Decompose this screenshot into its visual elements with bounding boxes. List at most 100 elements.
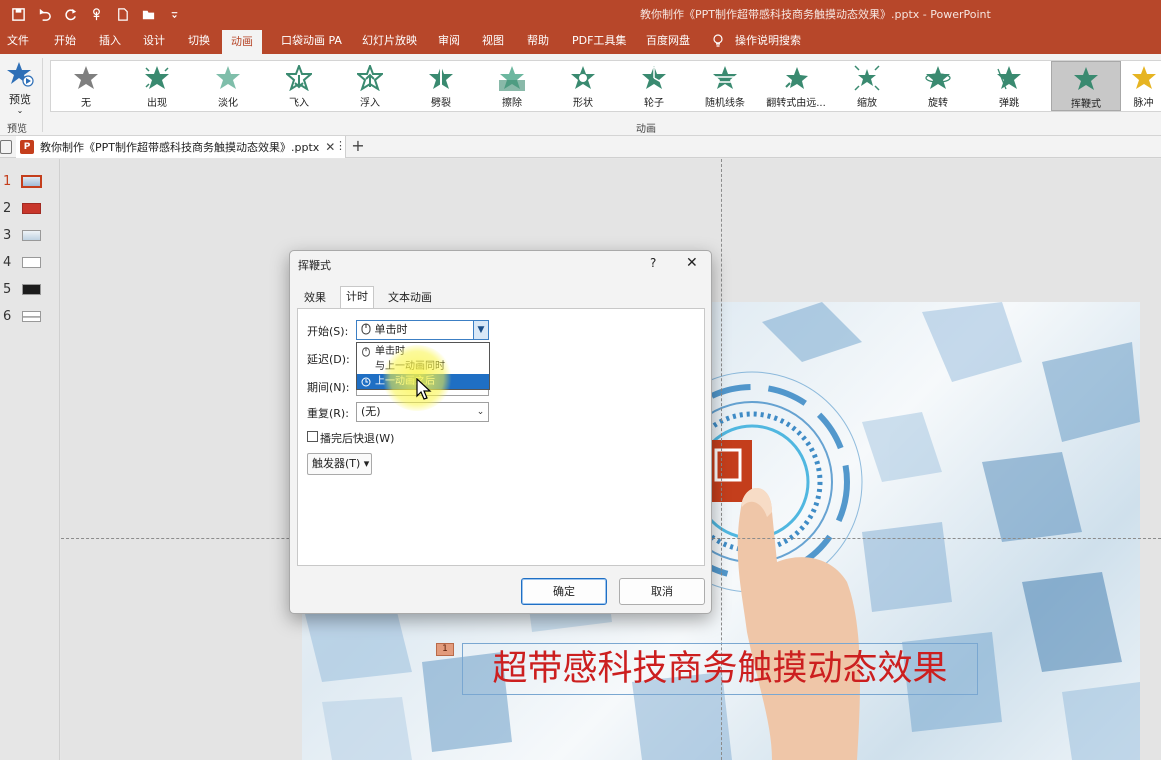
animation-shape[interactable]: 形状: [548, 61, 618, 111]
star-swivel-icon: [925, 66, 951, 89]
tab-file[interactable]: 文件: [7, 28, 29, 54]
cancel-button[interactable]: 取消: [619, 578, 705, 605]
slide-preview: [21, 175, 42, 188]
animation-label: 脉冲: [1133, 98, 1154, 109]
animation-appear[interactable]: 出现: [122, 61, 192, 111]
rewind-checkbox[interactable]: [307, 431, 318, 442]
star-fade-icon: [216, 66, 240, 89]
powerpoint-icon: P: [20, 140, 34, 154]
tab-menu-button[interactable]: ⋮: [335, 139, 346, 152]
mouse-click-icon: [362, 347, 370, 357]
undo-button[interactable]: [32, 4, 56, 24]
star-bounce-icon: [997, 66, 1021, 90]
start-select[interactable]: 单击时 ▼: [356, 320, 489, 340]
animation-bounce[interactable]: 弹跳: [974, 61, 1044, 111]
tab-insert[interactable]: 插入: [99, 28, 121, 54]
tab-effect[interactable]: 效果: [299, 288, 331, 308]
animation-none[interactable]: 无: [51, 61, 121, 111]
tab-view[interactable]: 视图: [482, 28, 504, 54]
touch-mode-button[interactable]: [84, 4, 108, 24]
slide-thumbnail[interactable]: 6: [0, 306, 58, 328]
slide-preview: [22, 257, 41, 268]
chevron-down-icon: ⌄: [16, 106, 24, 115]
animation-pulse[interactable]: 脉冲: [1125, 61, 1161, 111]
star-whip-icon: [1074, 67, 1098, 90]
animation-grow-turn[interactable]: 翻转式由远...: [761, 61, 831, 111]
new-tab-button[interactable]: +: [348, 136, 368, 158]
chevron-down-icon[interactable]: ▼: [473, 321, 488, 339]
new-file-icon: [117, 7, 128, 21]
animation-label: 缩放: [857, 98, 877, 109]
new-file-button[interactable]: [110, 4, 134, 24]
rewind-label[interactable]: 播完后快退(W): [320, 430, 394, 446]
duration-label: 期间(N):: [307, 381, 350, 394]
star-gray-icon: [74, 66, 98, 89]
animation-label: 淡化: [218, 98, 238, 109]
tab-timing[interactable]: 计时: [340, 286, 374, 309]
chevron-down-icon: [171, 11, 177, 18]
group-separator: [42, 58, 43, 132]
tab-pdf-tools[interactable]: PDF工具集: [572, 28, 626, 54]
save-icon: [11, 7, 25, 21]
tab-review[interactable]: 审阅: [438, 28, 460, 54]
option-label: 与上一动画同时: [375, 361, 445, 372]
animation-whip[interactable]: 挥鞭式: [1051, 61, 1121, 111]
animation-label: 飞入: [289, 98, 309, 109]
redo-button[interactable]: [58, 4, 82, 24]
option-label: 单击时: [375, 346, 405, 357]
repeat-select-value: (无): [361, 405, 381, 418]
option-on-click[interactable]: 单击时: [357, 344, 489, 359]
option-with-previous[interactable]: 与上一动画同时: [357, 359, 489, 374]
document-tab-label: 教你制作《PPT制作超带感科技商务触摸动态效果》.pptx: [40, 141, 320, 154]
close-dialog-button[interactable]: ✕: [686, 255, 698, 271]
tab-text-animation[interactable]: 文本动画: [383, 288, 437, 308]
tab-transitions[interactable]: 切换: [188, 28, 210, 54]
tab-animations[interactable]: 动画: [222, 30, 262, 54]
tab-home[interactable]: 开始: [54, 28, 76, 54]
tab-list-icon[interactable]: [0, 140, 12, 154]
animation-fly-in[interactable]: 飞入: [264, 61, 334, 111]
close-tab-button[interactable]: ✕: [325, 140, 335, 154]
slide-thumbnail[interactable]: 3: [0, 225, 58, 247]
document-tab[interactable]: P 教你制作《PPT制作超带感科技商务触摸动态效果》.pptx ✕: [16, 136, 346, 158]
slide-thumbnail[interactable]: 2: [0, 198, 58, 220]
animation-random-bars[interactable]: 随机线条: [690, 61, 760, 111]
slide-title-textbox[interactable]: 超带感科技商务触摸动态效果: [462, 643, 978, 695]
tell-me-search[interactable]: 操作说明搜索: [735, 28, 801, 54]
tab-pocket-animation[interactable]: 口袋动画 PA: [281, 28, 342, 54]
chevron-down-icon[interactable]: ⌄: [473, 403, 488, 421]
tab-slideshow[interactable]: 幻灯片放映: [362, 28, 417, 54]
slide-thumbnail[interactable]: 5: [0, 279, 58, 301]
repeat-select[interactable]: (无) ⌄: [356, 402, 489, 422]
animation-wipe[interactable]: 擦除: [477, 61, 547, 111]
animation-label: 翻转式由远...: [766, 98, 826, 109]
animation-swivel[interactable]: 旋转: [903, 61, 973, 111]
ribbon-tabs: 文件 开始 插入 设计 切换 动画 口袋动画 PA 幻灯片放映 审阅 视图 帮助…: [0, 28, 1161, 54]
star-zoom-icon: [854, 65, 880, 91]
animation-label: 浮入: [360, 98, 380, 109]
slide-preview: [22, 230, 41, 241]
window-title: 教你制作《PPT制作超带感科技商务触摸动态效果》.pptx - PowerPoi…: [640, 8, 991, 21]
trigger-button[interactable]: 触发器(T) ▾: [307, 453, 372, 475]
preview-button[interactable]: 预览 ⌄: [2, 60, 38, 116]
tab-baidu-netdisk[interactable]: 百度网盘: [646, 28, 690, 54]
animation-zoom[interactable]: 缩放: [832, 61, 902, 111]
customize-qat-button[interactable]: [162, 4, 186, 24]
save-button[interactable]: [6, 4, 30, 24]
repeat-label: 重复(R):: [307, 407, 349, 420]
slide-preview: [22, 203, 41, 214]
animation-float-in[interactable]: 浮入: [335, 61, 405, 111]
animation-order-tag[interactable]: 1: [436, 643, 454, 656]
star-burst-icon: [145, 66, 169, 89]
slide-thumbnail[interactable]: 4: [0, 252, 58, 274]
tab-design[interactable]: 设计: [143, 28, 165, 54]
slide-preview: [22, 311, 41, 322]
animation-wheel[interactable]: 轮子: [619, 61, 689, 111]
open-folder-button[interactable]: [136, 4, 160, 24]
animation-split[interactable]: 劈裂: [406, 61, 476, 111]
help-button[interactable]: ?: [650, 256, 656, 270]
tab-help[interactable]: 帮助: [527, 28, 549, 54]
animation-fade[interactable]: 淡化: [193, 61, 263, 111]
ok-button[interactable]: 确定: [521, 578, 607, 605]
slide-thumbnail[interactable]: 1: [0, 171, 58, 193]
